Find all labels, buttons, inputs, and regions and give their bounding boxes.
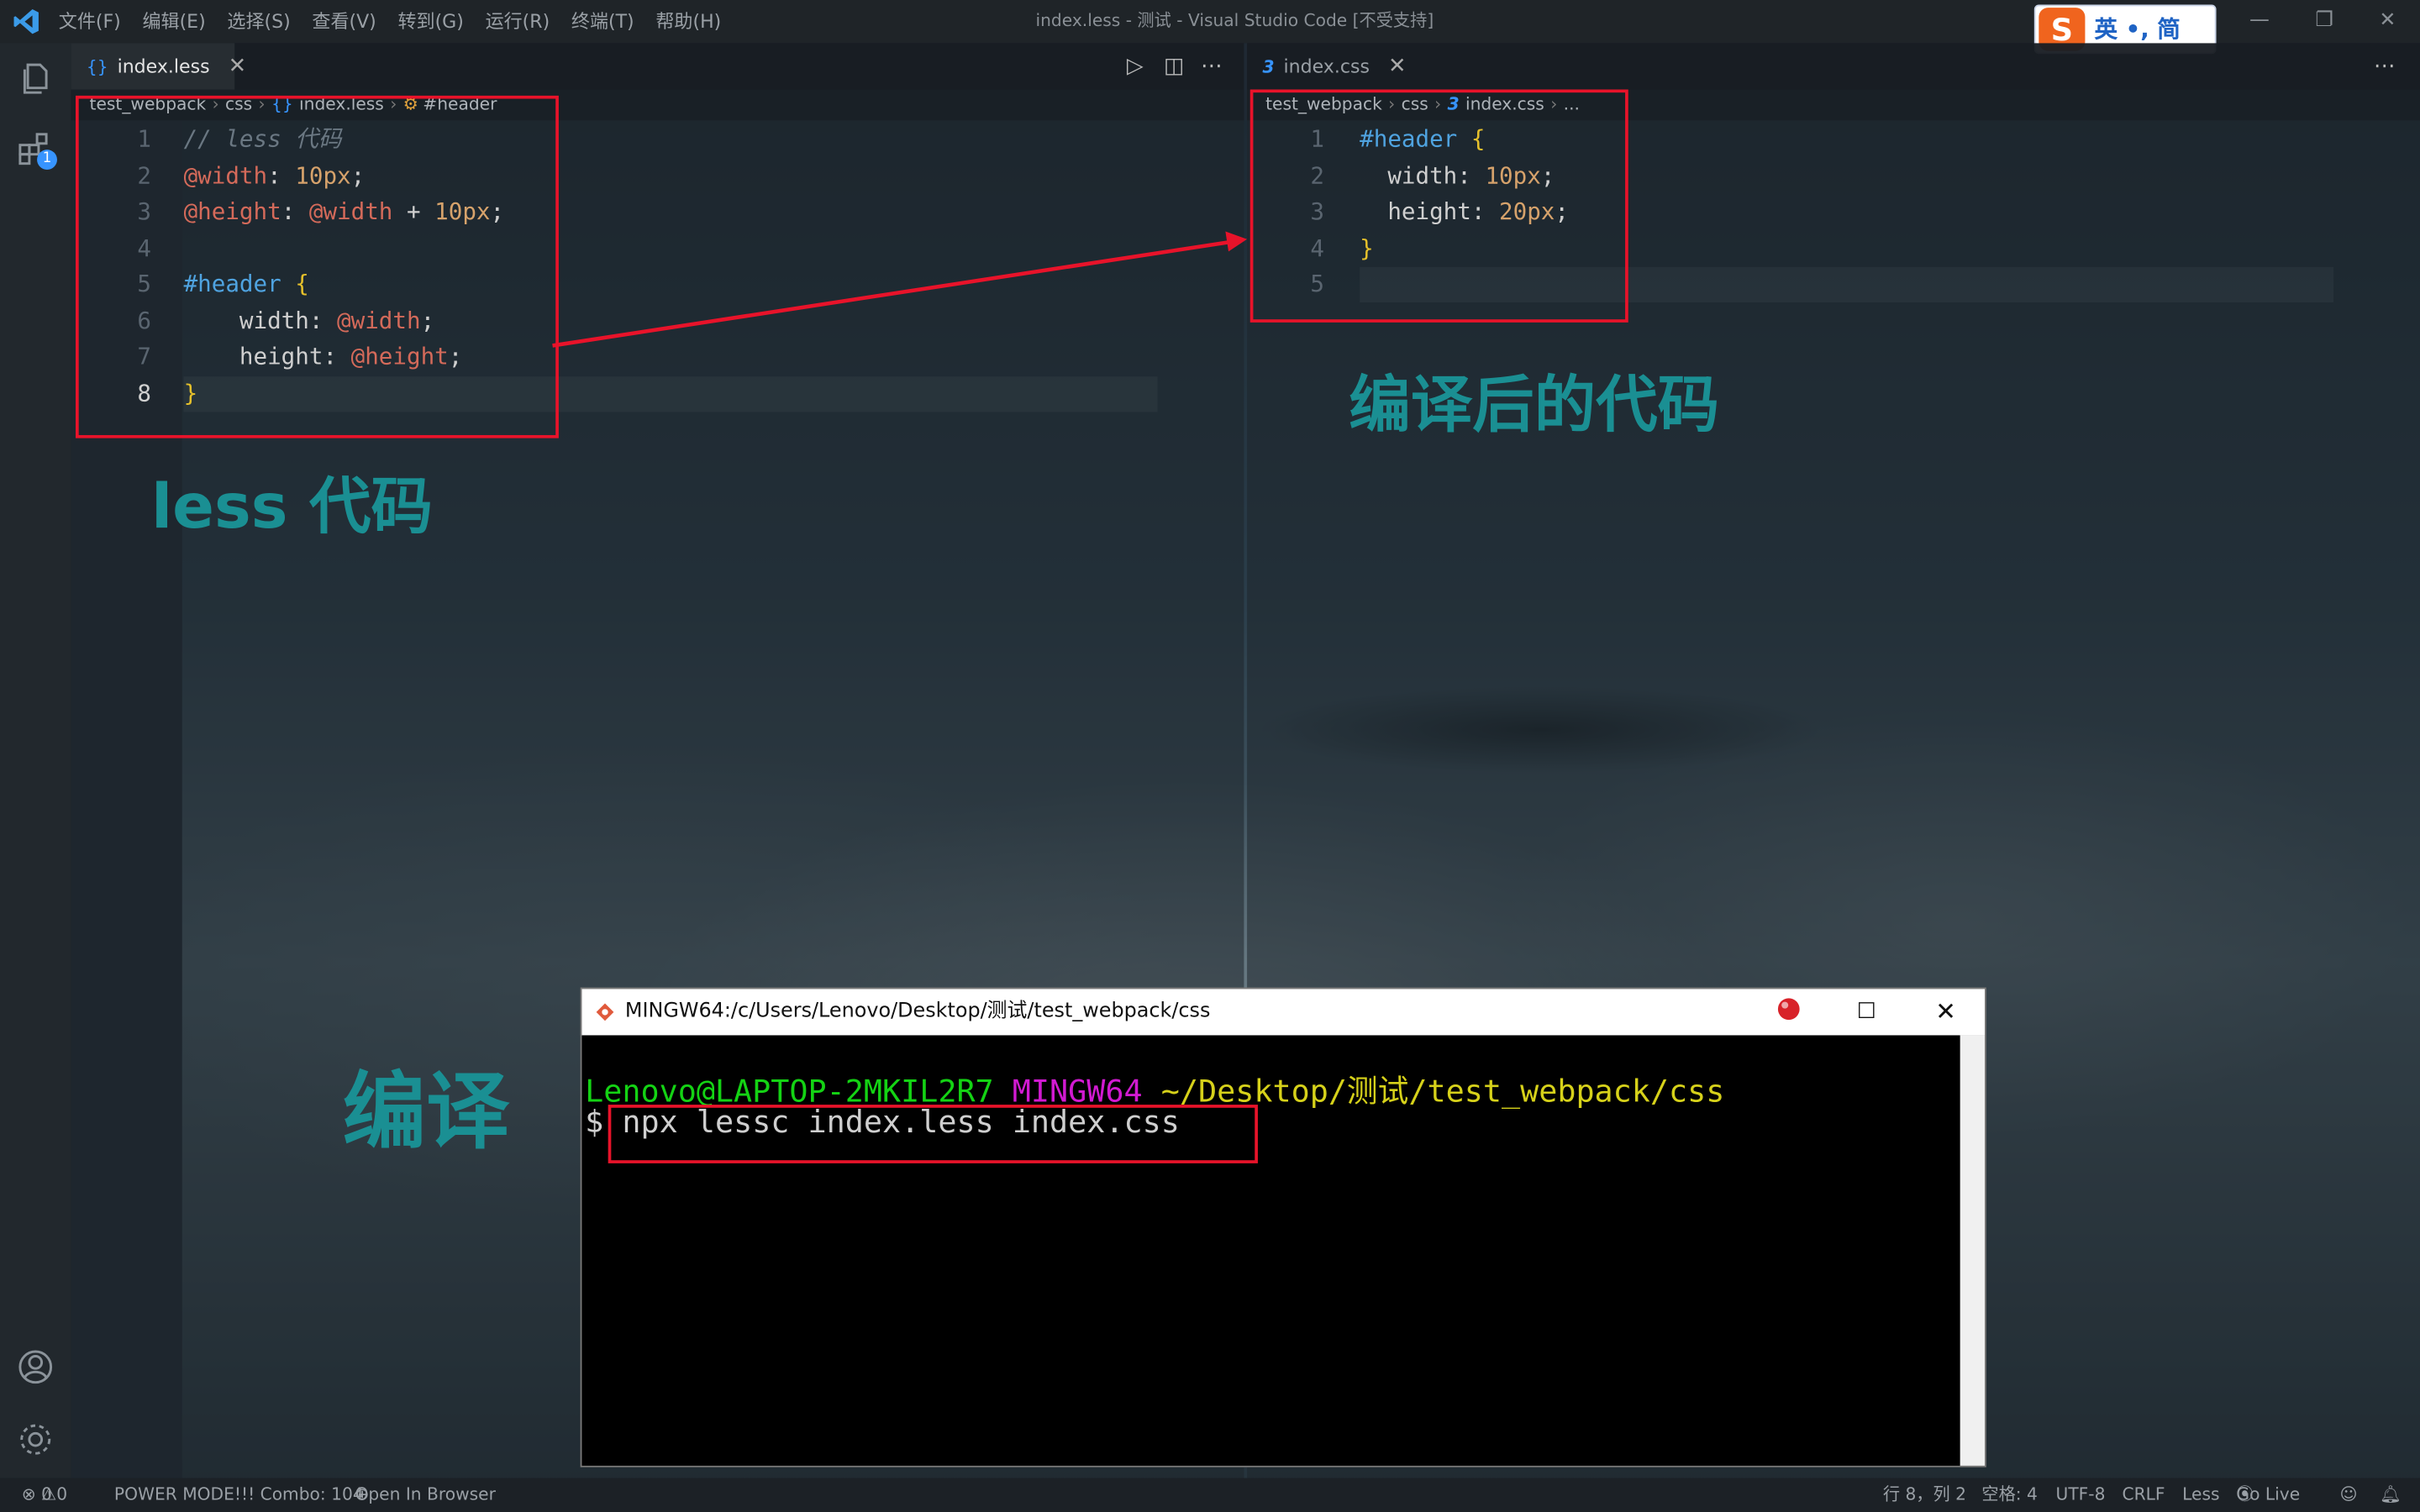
go-live-label: Go Live	[2236, 1483, 2301, 1504]
vscode-logo-icon	[13, 9, 39, 34]
terminal-window[interactable]: MINGW64:/c/Users/Lenovo/Desktop/测试/test_…	[580, 987, 1986, 1467]
restore-window-button[interactable]: ❐	[2293, 0, 2354, 43]
explorer-files-icon[interactable]	[15, 59, 55, 99]
menu-help[interactable]: 帮助(H)	[655, 0, 721, 43]
terminal-close-button[interactable]: ✕	[1935, 989, 1956, 1035]
terminal-title-bar: MINGW64:/c/Users/Lenovo/Desktop/测试/test_…	[581, 989, 1986, 1036]
menu-bar: 文件(F) 编辑(E) 选择(S) 查看(V) 转到(G) 运行(R) 终端(T…	[59, 0, 743, 43]
eol-status[interactable]: CRLF	[2123, 1478, 2165, 1512]
more-actions-icon[interactable]: ⋯	[2374, 43, 2396, 89]
terminal-path: ~/Desktop/测试/test_webpack/css	[1160, 1072, 1725, 1110]
close-window-button[interactable]: ✕	[2357, 0, 2418, 43]
menu-go[interactable]: 转到(G)	[398, 0, 464, 43]
language-mode[interactable]: Less	[2182, 1478, 2219, 1512]
terminal-output[interactable]: Lenovo@LAPTOP-2MKIL2R7 MINGW64 ~/Desktop…	[581, 1035, 1960, 1465]
run-icon[interactable]: ▷	[1127, 43, 1144, 89]
window-title: index.less - 测试 - Visual Studio Code [不受…	[1035, 10, 1434, 31]
less-code-annotation: less 代码	[151, 472, 434, 543]
tab-label: index.less	[117, 55, 210, 77]
command-highlight-box	[608, 1105, 1258, 1163]
notifications-bell-icon[interactable]: 🔔︎	[2380, 1478, 2402, 1512]
power-mode-status: POWER MODE!!! Combo: 104	[113, 1483, 364, 1504]
minimize-window-button[interactable]: —	[2228, 0, 2290, 43]
tab-bar-left: {} index.less ✕ ▷ ◫ ⋯	[71, 43, 1244, 90]
encoding-status[interactable]: UTF-8	[2056, 1478, 2106, 1512]
menu-file[interactable]: 文件(F)	[59, 0, 121, 43]
terminal-scrollbar[interactable]	[1960, 1035, 1986, 1466]
compile-annotation: 编译	[342, 1063, 510, 1161]
warning-count: 0	[56, 1483, 68, 1504]
terminal-title: MINGW64:/c/Users/Lenovo/Desktop/测试/test_…	[624, 1000, 1211, 1023]
compiled-code-annotation: 编译后的代码	[1349, 370, 1720, 442]
indentation-status[interactable]: 空格: 4	[1981, 1478, 2037, 1512]
menu-selection[interactable]: 选择(S)	[227, 0, 290, 43]
status-bar: ⊗ 0 ⚠ 0 POWER MODE!!! Combo: 104 ⊕ Open …	[0, 1478, 2420, 1512]
terminal-maximize-button[interactable]: ☐	[1857, 989, 1876, 1035]
tab-bar-right: 3 index.css ✕ ⋯	[1247, 43, 2420, 90]
tab-label: index.css	[1283, 55, 1370, 77]
menu-view[interactable]: 查看(V)	[312, 0, 376, 43]
accounts-icon[interactable]	[15, 1347, 55, 1387]
terminal-prompt-symbol: $	[585, 1103, 604, 1141]
css-file-icon: 3	[1262, 56, 1275, 76]
close-tab-icon[interactable]: ✕	[1388, 54, 1407, 78]
problems-indicator[interactable]: ⊗ 0 ⚠ 0	[22, 1478, 67, 1512]
error-count: 0	[41, 1483, 52, 1504]
activity-bar: 1	[0, 43, 71, 1478]
less-file-icon: {}	[86, 56, 108, 76]
less-code-highlight-box	[76, 95, 559, 438]
record-icon[interactable]	[1773, 994, 1804, 1025]
git-bash-icon	[596, 1003, 614, 1021]
cursor-position[interactable]: 行 8，列 2	[1883, 1478, 1966, 1512]
extensions-badge: 1	[37, 150, 57, 171]
settings-gear-icon[interactable]	[15, 1420, 55, 1460]
close-tab-icon[interactable]: ✕	[229, 54, 247, 78]
tab-index-less[interactable]: {} index.less ✕	[71, 43, 246, 90]
css-code-highlight-box	[1249, 89, 1628, 323]
screen: 文件(F) 编辑(E) 选择(S) 查看(V) 转到(G) 运行(R) 终端(T…	[0, 0, 2420, 1512]
menu-terminal[interactable]: 终端(T)	[571, 0, 634, 43]
menu-run[interactable]: 运行(R)	[486, 0, 550, 43]
more-actions-icon[interactable]: ⋯	[1201, 43, 1223, 89]
menu-edit[interactable]: 编辑(E)	[142, 0, 205, 43]
title-bar: 文件(F) 编辑(E) 选择(S) 查看(V) 转到(G) 运行(R) 终端(T…	[0, 0, 2420, 55]
tab-index-css[interactable]: 3 index.css ✕	[1247, 43, 1422, 89]
feedback-icon[interactable]: ☺	[2339, 1478, 2357, 1512]
open-in-browser-label: Open In Browser	[355, 1483, 496, 1504]
split-editor-icon[interactable]: ◫	[1164, 43, 1184, 89]
